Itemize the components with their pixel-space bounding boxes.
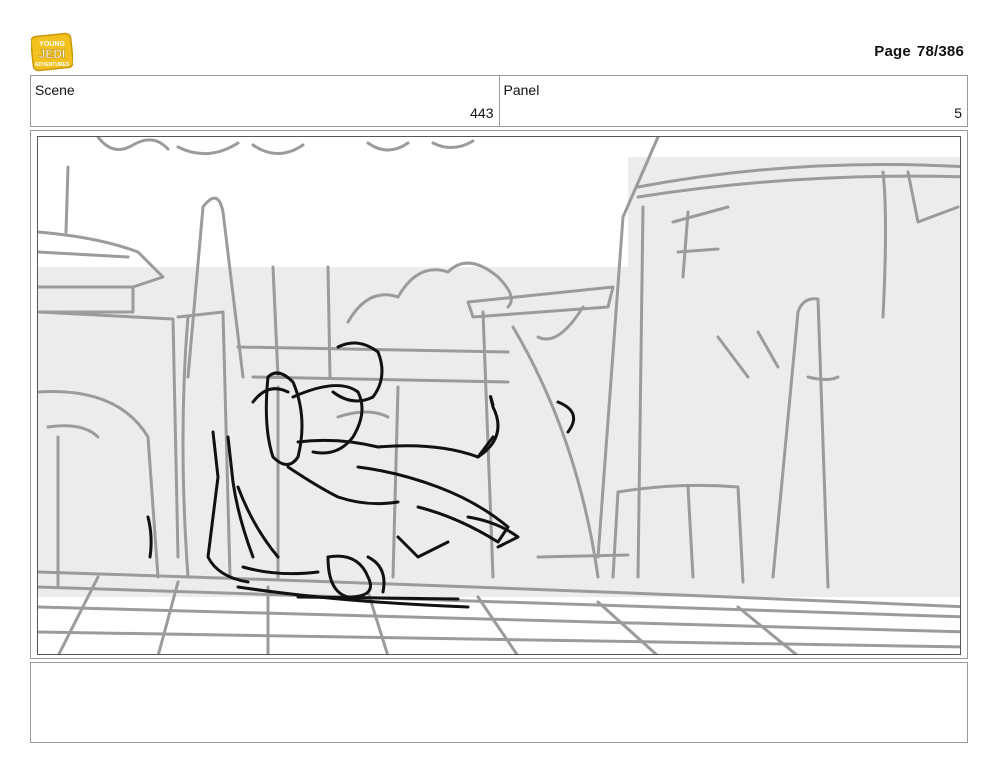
panel-value: 5 bbox=[954, 105, 962, 121]
info-row: Scene 443 Panel 5 bbox=[30, 75, 968, 127]
scene-label: Scene bbox=[35, 82, 75, 98]
storyboard-sketch bbox=[38, 137, 960, 654]
page-number: 78/386 bbox=[916, 43, 964, 60]
logo-text-mid: JEDI bbox=[39, 47, 66, 61]
page-indicator: Page 78/386 bbox=[874, 43, 964, 60]
scene-value: 443 bbox=[470, 105, 494, 121]
scene-cell: Scene 443 bbox=[31, 76, 499, 126]
show-logo: YOUNG JEDI ADVENTURES bbox=[30, 31, 74, 73]
panel-notes-box bbox=[30, 662, 968, 743]
logo-text-bottom: ADVENTURES bbox=[35, 62, 70, 68]
panel-cell: Panel 5 bbox=[498, 76, 968, 126]
storyboard-panel bbox=[37, 136, 961, 655]
logo-graphic: YOUNG JEDI ADVENTURES bbox=[30, 32, 74, 72]
page-label: Page bbox=[874, 43, 911, 60]
panel-label: Panel bbox=[503, 82, 540, 98]
